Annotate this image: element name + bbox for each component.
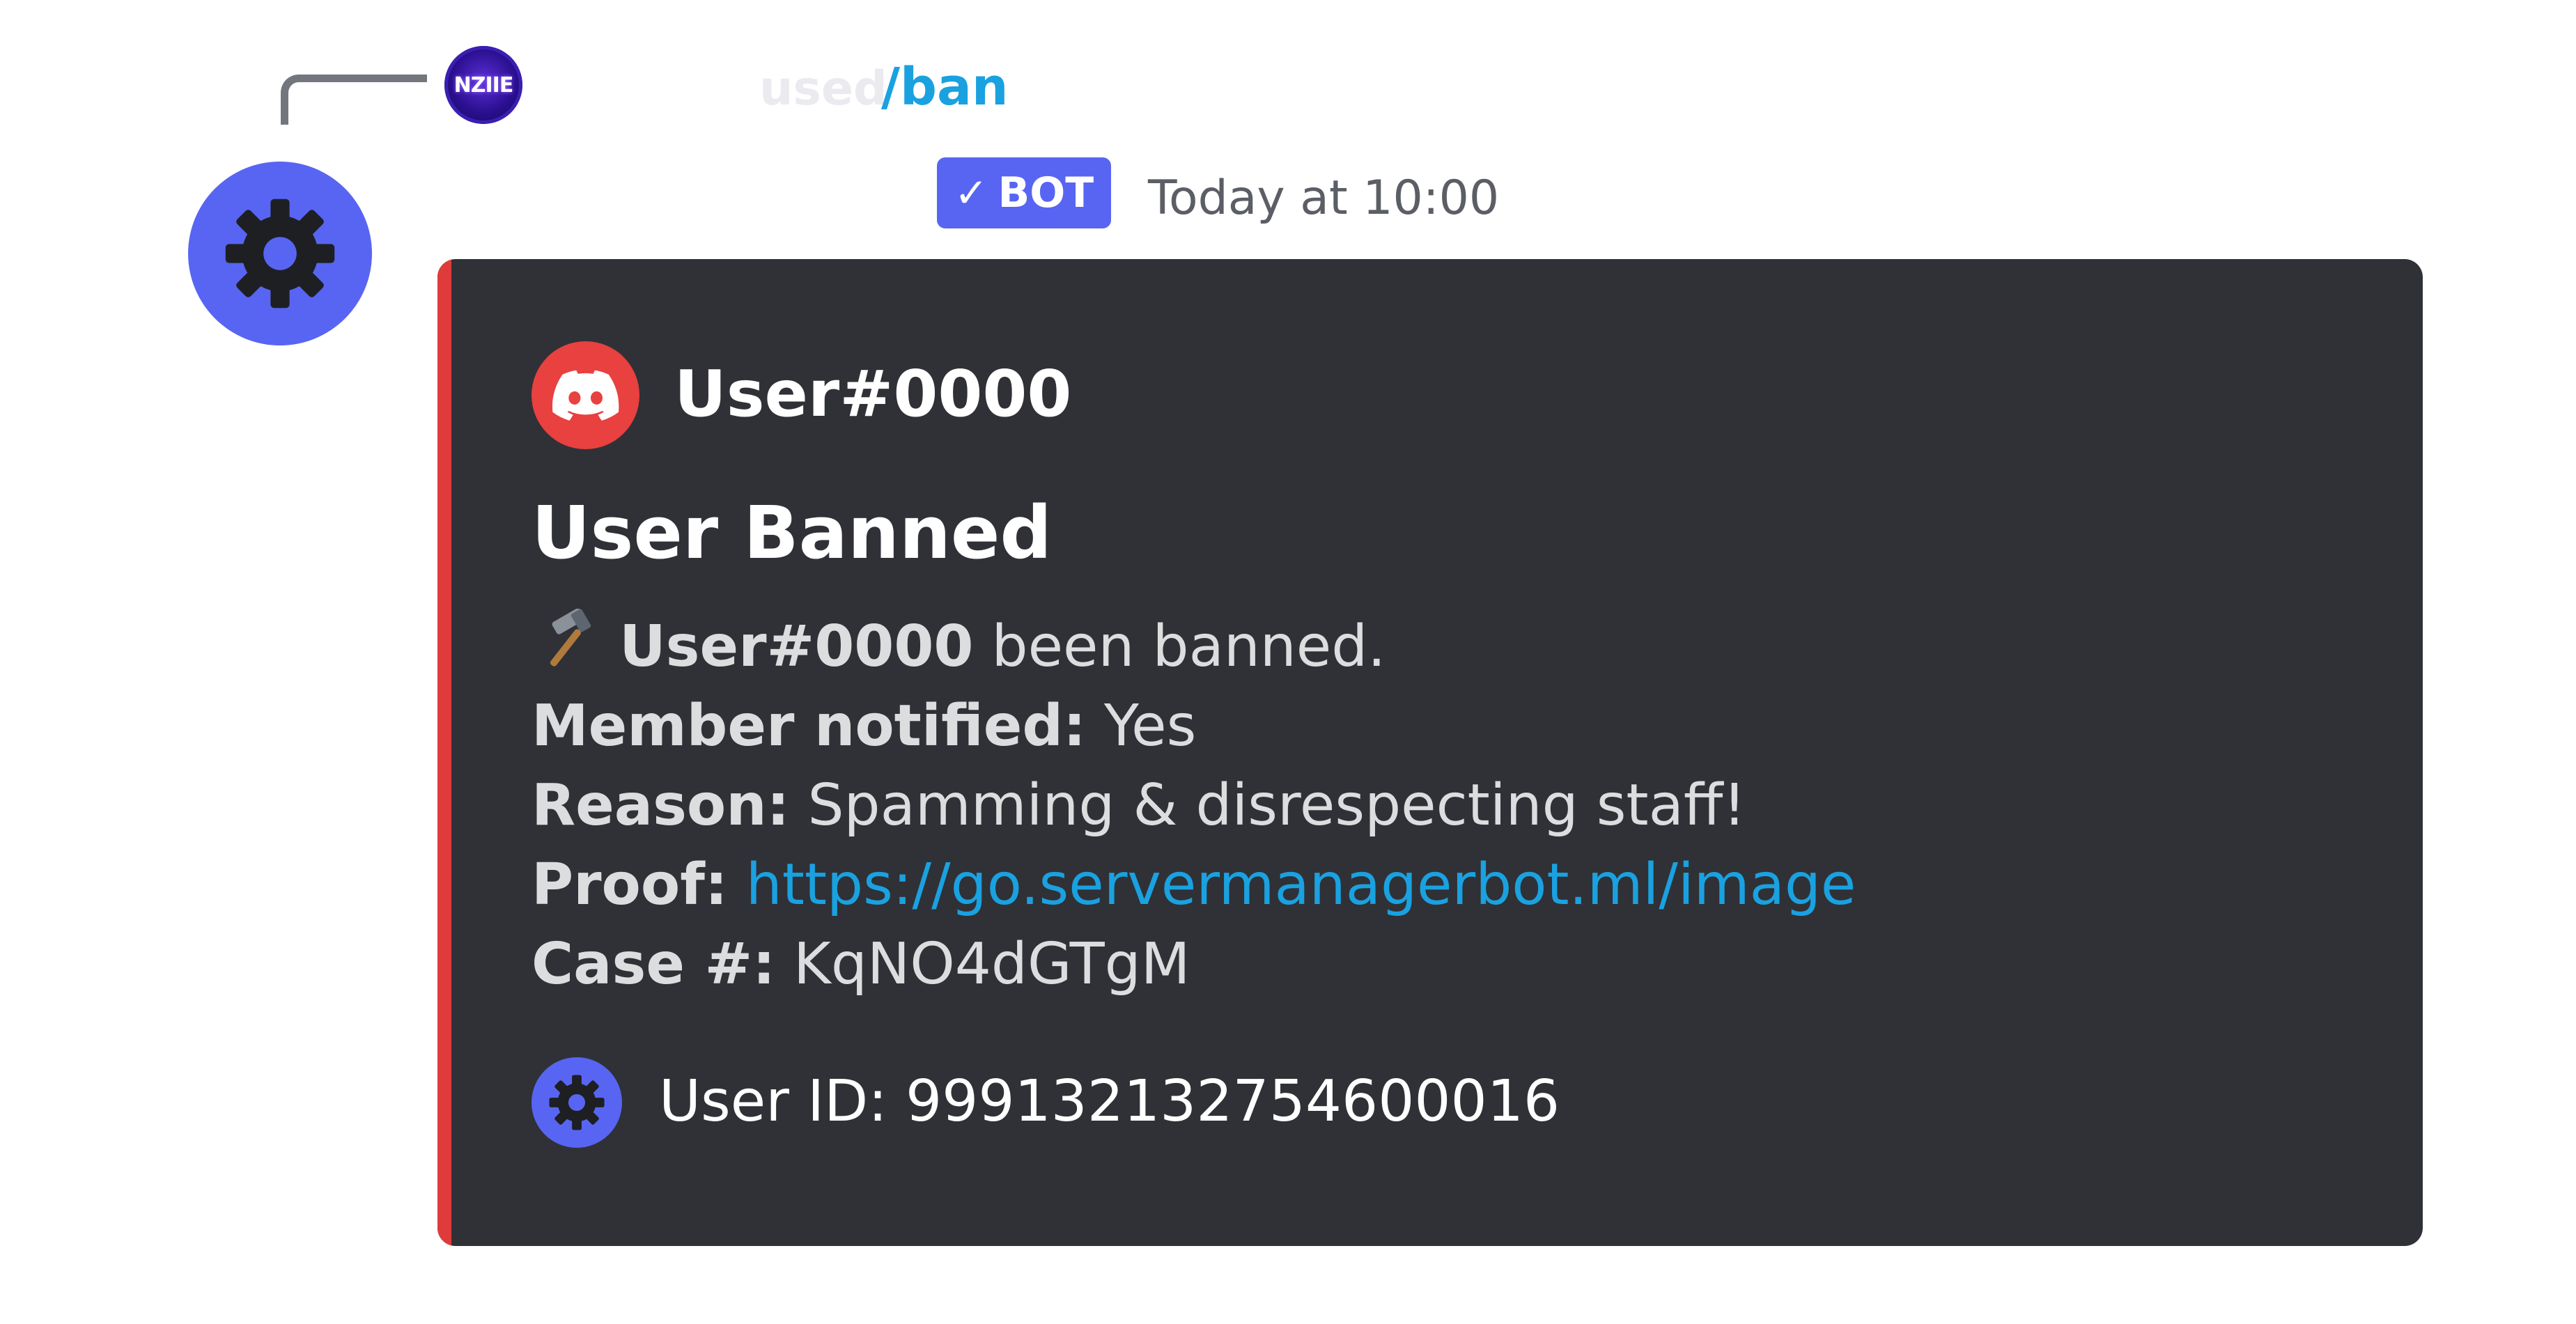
field-reason: Reason: Spamming & disrespecting staff! bbox=[532, 766, 2343, 846]
reply-avatar-label: NZIIE bbox=[453, 72, 514, 98]
bot-badge: ✓ BOT bbox=[937, 157, 1111, 228]
embed-author-icon bbox=[532, 341, 639, 449]
embed-description: User#0000 been banned. Member notified: … bbox=[532, 607, 2343, 1004]
reply-user-avatar[interactable]: NZIIE bbox=[444, 46, 522, 124]
embed-author-name[interactable]: User#0000 bbox=[674, 357, 1071, 431]
checkmark-icon: ✓ bbox=[954, 169, 988, 217]
hammer-icon bbox=[550, 609, 591, 667]
field-value: Spamming & disrespecting staff! bbox=[789, 772, 1746, 839]
gear-icon bbox=[549, 1075, 605, 1130]
ban-action-text: been banned. bbox=[973, 614, 1386, 680]
banned-user: User#0000 bbox=[619, 614, 974, 680]
field-label: Case #: bbox=[532, 931, 775, 997]
ban-embed: User#0000 User Banned User#0000 been ban… bbox=[437, 259, 2423, 1246]
field-value: Yes bbox=[1085, 693, 1197, 759]
ban-summary-line: User#0000 been banned. bbox=[532, 607, 2343, 687]
field-label: Proof: bbox=[532, 852, 728, 918]
embed-title: User Banned bbox=[532, 490, 1052, 575]
bot-avatar[interactable] bbox=[188, 162, 372, 345]
reply-connector bbox=[281, 75, 427, 125]
embed-footer-icon bbox=[532, 1057, 622, 1148]
field-member-notified: Member notified: Yes bbox=[532, 687, 2343, 766]
field-proof: Proof: https://go.servermanagerbot.ml/im… bbox=[532, 846, 2343, 925]
field-label: Reason: bbox=[532, 772, 790, 839]
embed-footer-text: User ID: 999132132754600016 bbox=[659, 1068, 1560, 1135]
bot-badge-label: BOT bbox=[998, 169, 1094, 217]
embed-accent-bar bbox=[437, 259, 451, 1246]
discord-logo-icon bbox=[552, 370, 619, 421]
message-timestamp[interactable]: Today at 10:00 bbox=[1148, 171, 1499, 226]
proof-link[interactable]: https://go.servermanagerbot.ml/image bbox=[728, 852, 1856, 918]
field-case-number: Case #: KqNO4dGTgM bbox=[532, 925, 2343, 1004]
reply-command[interactable]: /ban bbox=[881, 57, 1009, 117]
gear-icon bbox=[225, 198, 335, 309]
field-value: KqNO4dGTgM bbox=[775, 931, 1190, 997]
field-label: Member notified: bbox=[532, 693, 1086, 759]
reply-action-text: used bbox=[759, 61, 887, 116]
